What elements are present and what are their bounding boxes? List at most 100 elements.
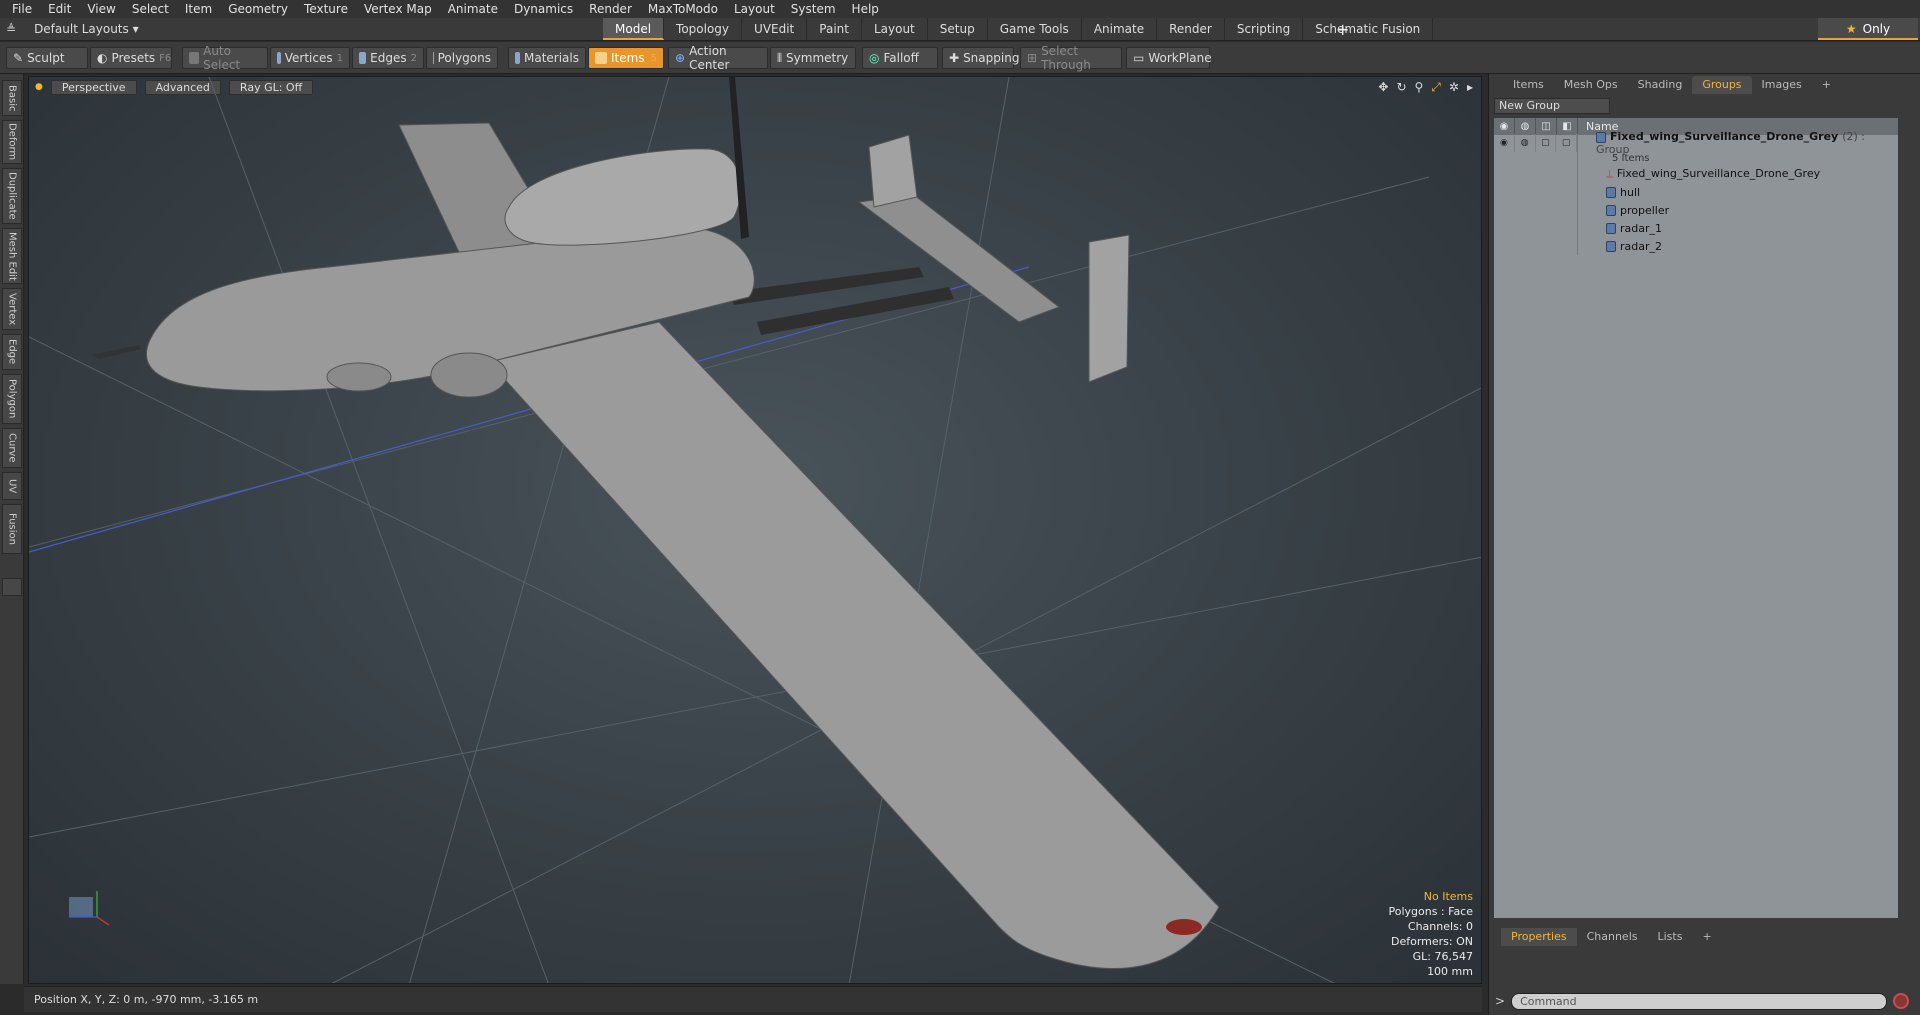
tab-images[interactable]: Images <box>1752 76 1812 94</box>
select-through-button[interactable]: ⊞ Select Through <box>1020 44 1122 72</box>
materials-button[interactable]: Materials <box>508 47 586 69</box>
menu-file[interactable]: File <box>4 2 40 16</box>
vtab-polygon[interactable]: Polygon <box>2 374 22 424</box>
vtab-duplicate[interactable]: Duplicate <box>2 168 22 224</box>
brush-icon: ✎ <box>13 51 24 65</box>
edges-button[interactable]: Edges 2 <box>352 47 424 69</box>
tab-schematic-fusion[interactable]: Schematic Fusion <box>1303 18 1434 40</box>
list-item-group[interactable]: ◉ ◍ ▢ ▢ Fixed_wing_Surveillance_Drone_Grey(… <box>1494 130 1898 156</box>
vtab-edge[interactable]: Edge <box>2 334 22 370</box>
tab-paint[interactable]: Paint <box>807 18 862 40</box>
menu-dynamics[interactable]: Dynamics <box>506 2 581 16</box>
presets-button[interactable]: ◐ Presets F6 <box>90 47 172 69</box>
tab-uvedit[interactable]: UVEdit <box>742 18 808 40</box>
layout-menu-icon[interactable]: ≜ <box>6 22 16 36</box>
layout-selector[interactable]: ≜ Default Layouts ▾ <box>6 20 139 38</box>
auto-select-icon <box>189 52 200 64</box>
tab-properties[interactable]: Properties <box>1501 928 1577 946</box>
tab-topology[interactable]: Topology <box>664 18 743 40</box>
snapping-icon: ✚ <box>949 51 960 65</box>
items-button[interactable]: Items 5 <box>588 47 664 69</box>
tab-setup[interactable]: Setup <box>928 18 988 40</box>
snapping-label: Snapping <box>963 51 1020 65</box>
visibility-column-icon[interactable]: ◉ <box>1494 118 1515 135</box>
menu-vertex-map[interactable]: Vertex Map <box>356 2 440 16</box>
vtab-basic[interactable]: Basic <box>2 80 22 116</box>
3d-viewport[interactable]: ● Perspective Advanced Ray GL: Off ✥ ↻ ⚲… <box>28 76 1482 984</box>
command-row: > Command <box>1489 989 1920 1013</box>
lock-column-icon[interactable]: ◫ <box>1536 118 1557 135</box>
command-input[interactable]: Command <box>1511 992 1888 1010</box>
menu-help[interactable]: Help <box>844 2 887 16</box>
item-label: radar_1 <box>1578 222 1662 235</box>
materials-icon <box>515 52 520 64</box>
vertices-button[interactable]: Vertices 1 <box>270 47 350 69</box>
tab-groups[interactable]: Groups <box>1692 76 1752 94</box>
group-icon <box>1596 131 1606 143</box>
menu-maxtomodo[interactable]: MaxToModo <box>640 2 726 16</box>
only-button[interactable]: ★ Only <box>1818 18 1918 40</box>
falloff-button[interactable]: ◎ Falloff <box>862 47 938 69</box>
lock-toggle[interactable]: ▢ <box>1536 134 1557 152</box>
tab-lists[interactable]: Lists <box>1648 928 1693 946</box>
vtab-mesh-edit[interactable]: Mesh Edit <box>2 228 22 284</box>
menu-texture[interactable]: Texture <box>296 2 356 16</box>
tab-animate[interactable]: Animate <box>1082 18 1158 40</box>
new-group-button[interactable]: New Group <box>1494 98 1610 114</box>
menu-item[interactable]: Item <box>177 2 220 16</box>
vtab-collapse[interactable] <box>2 578 22 596</box>
menu-geometry[interactable]: Geometry <box>220 2 296 16</box>
polygons-button[interactable]: Polygons <box>426 47 498 69</box>
menu-system[interactable]: System <box>783 2 844 16</box>
tab-model[interactable]: Model <box>603 18 665 40</box>
eye-icon[interactable]: ◉ <box>1494 134 1515 152</box>
menu-edit[interactable]: Edit <box>40 2 79 16</box>
tab-channels[interactable]: Channels <box>1577 928 1648 946</box>
mesh-icon <box>1606 223 1616 234</box>
tab-game-tools[interactable]: Game Tools <box>988 18 1082 40</box>
add-bottom-tab-icon[interactable]: + <box>1692 928 1721 946</box>
presets-shortcut: F6 <box>159 52 172 64</box>
item-name: radar_2 <box>1620 239 1663 253</box>
vtab-curve[interactable]: Curve <box>2 428 22 468</box>
list-item-radar-2[interactable]: radar_2 <box>1494 237 1898 255</box>
add-panel-tab-icon[interactable]: + <box>1812 76 1841 94</box>
tab-scripting[interactable]: Scripting <box>1225 18 1304 40</box>
auto-select-button[interactable]: Auto Select <box>182 44 268 72</box>
tab-items[interactable]: Items <box>1503 76 1554 94</box>
sculpt-button[interactable]: ✎ Sculpt <box>6 47 88 69</box>
snapping-button[interactable]: ✚ Snapping <box>942 47 1019 69</box>
list-item-propeller[interactable]: propeller <box>1494 201 1898 219</box>
menu-select[interactable]: Select <box>124 2 177 16</box>
menu-animate[interactable]: Animate <box>440 2 506 16</box>
hud-polygons: Polygons : Face <box>1388 905 1473 918</box>
tab-mesh-ops[interactable]: Mesh Ops <box>1554 76 1628 94</box>
action-center-button[interactable]: ⊕ Action Center <box>668 44 768 72</box>
menu-render[interactable]: Render <box>581 2 640 16</box>
add-tab-icon[interactable]: + <box>1336 20 1349 39</box>
item-label: propeller <box>1578 204 1669 217</box>
group-count: 5 Items <box>1612 152 1650 164</box>
render-column-icon[interactable]: ◍ <box>1515 118 1536 135</box>
menu-layout[interactable]: Layout <box>726 2 783 16</box>
vtab-uv[interactable]: UV <box>2 472 22 500</box>
menu-view[interactable]: View <box>79 2 123 16</box>
layout-dropdown[interactable]: Default Layouts ▾ <box>34 22 139 36</box>
tab-layout[interactable]: Layout <box>862 18 928 40</box>
vtab-vertex[interactable]: Vertex <box>2 288 22 330</box>
render-icon[interactable]: ◍ <box>1515 134 1536 152</box>
select-column-icon[interactable]: ◧ <box>1557 118 1578 135</box>
workplane-button[interactable]: ▭ WorkPlane <box>1126 47 1212 69</box>
list-item-hull[interactable]: hull <box>1494 183 1898 201</box>
record-macro-icon[interactable] <box>1893 993 1910 1009</box>
list-item-scene[interactable]: ⟂ Fixed_wing_Surveillance_Drone_Grey <box>1494 165 1898 183</box>
vtab-fusion[interactable]: Fusion <box>2 504 22 554</box>
vtab-deform[interactable]: Deform <box>2 120 22 164</box>
tab-shading[interactable]: Shading <box>1628 76 1693 94</box>
item-label: hull <box>1578 186 1640 199</box>
select-toggle[interactable]: ▢ <box>1556 134 1577 152</box>
hud-gl: GL: 76,547 <box>1412 950 1473 963</box>
tab-render[interactable]: Render <box>1157 18 1225 40</box>
symmetry-button[interactable]: ⫴ Symmetry <box>770 47 856 69</box>
list-item-radar-1[interactable]: radar_1 <box>1494 219 1898 237</box>
